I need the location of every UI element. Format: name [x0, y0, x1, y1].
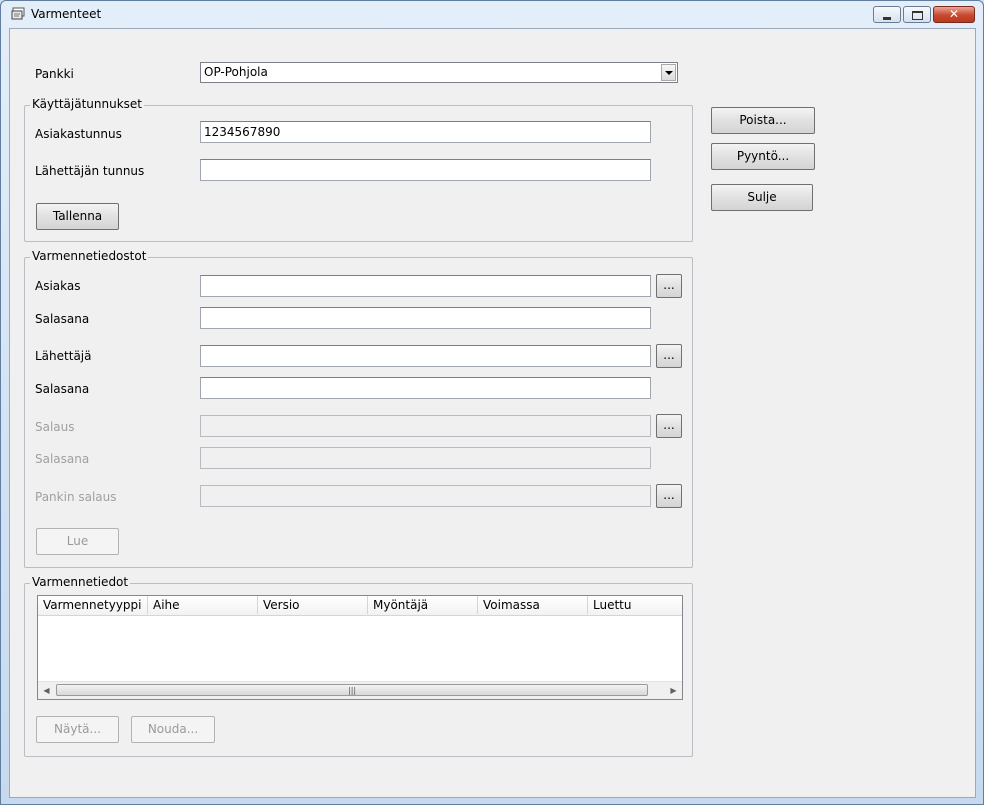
- encryption-field: [200, 415, 651, 437]
- cert-list-header: Varmennetyyppi Aihe Versio Myöntäjä Voim…: [38, 596, 682, 616]
- cert-files-legend: Varmennetiedostot: [30, 249, 149, 263]
- sender-id-field[interactable]: [200, 159, 651, 181]
- cert-files-group: [24, 257, 693, 568]
- sender-password-field[interactable]: [200, 377, 651, 399]
- customer-id-field[interactable]: 1234567890: [200, 121, 651, 143]
- chevron-down-icon[interactable]: [661, 64, 676, 81]
- minimize-icon[interactable]: [873, 6, 901, 23]
- column-header[interactable]: Varmennetyyppi: [38, 596, 148, 614]
- bank-encryption-label: Pankin salaus: [35, 490, 117, 504]
- customer-cert-label: Asiakas: [35, 279, 81, 293]
- scrollbar-thumb[interactable]: |||: [56, 684, 648, 696]
- sender-cert-label: Lähettäjä: [35, 349, 92, 363]
- column-header[interactable]: Luettu: [588, 596, 682, 614]
- credentials-legend: Käyttäjätunnukset: [30, 97, 144, 111]
- maximize-icon[interactable]: [903, 6, 931, 23]
- main-window: Varmenteet ✕ Pankki OP-Pohjola Käyttäjät…: [0, 0, 984, 805]
- scroll-left-icon[interactable]: ◀: [38, 682, 55, 699]
- bank-label: Pankki: [35, 67, 74, 81]
- column-header[interactable]: Aihe: [148, 596, 258, 614]
- window-title: Varmenteet: [31, 7, 102, 21]
- encryption-label: Salaus: [35, 420, 75, 434]
- sender-cert-field[interactable]: [200, 345, 651, 367]
- close-icon[interactable]: ✕: [933, 6, 975, 23]
- browse-sender-button[interactable]: ...: [656, 344, 682, 368]
- customer-password-label: Salasana: [35, 312, 90, 326]
- cert-info-legend: Varmennetiedot: [30, 575, 131, 589]
- certificate-icon: [11, 7, 25, 20]
- scroll-right-icon[interactable]: ▶: [665, 682, 682, 699]
- close-button[interactable]: Sulje: [711, 184, 813, 211]
- column-header[interactable]: Versio: [258, 596, 368, 614]
- customer-id-label: Asiakastunnus: [35, 127, 122, 141]
- column-header[interactable]: Voimassa: [478, 596, 588, 614]
- bank-encryption-field: [200, 485, 651, 507]
- browse-customer-button[interactable]: ...: [656, 274, 682, 298]
- save-button[interactable]: Tallenna: [36, 203, 119, 230]
- customer-cert-field[interactable]: [200, 275, 651, 297]
- request-button[interactable]: Pyyntö...: [711, 143, 815, 170]
- show-button[interactable]: Näytä...: [36, 716, 119, 743]
- browse-bank-encryption-button[interactable]: ...: [656, 484, 682, 508]
- cert-list[interactable]: Varmennetyyppi Aihe Versio Myöntäjä Voim…: [37, 595, 683, 700]
- fetch-button[interactable]: Nouda...: [131, 716, 215, 743]
- encryption-password-field: [200, 447, 651, 469]
- read-button[interactable]: Lue: [36, 528, 119, 555]
- dialog-client-area: Pankki OP-Pohjola Käyttäjätunnukset Asia…: [9, 28, 976, 798]
- sender-id-label: Lähettäjän tunnus: [35, 164, 145, 178]
- horizontal-scrollbar[interactable]: ◀ ||| ▶: [38, 681, 682, 699]
- column-header[interactable]: Myöntäjä: [368, 596, 478, 614]
- delete-button[interactable]: Poista...: [711, 107, 815, 134]
- customer-password-field[interactable]: [200, 307, 651, 329]
- browse-encryption-button[interactable]: ...: [656, 414, 682, 438]
- sender-password-label: Salasana: [35, 382, 90, 396]
- encryption-password-label: Salasana: [35, 452, 90, 466]
- bank-dropdown[interactable]: OP-Pohjola: [200, 62, 678, 83]
- title-bar: Varmenteet ✕: [1, 1, 983, 27]
- bank-selected-value: OP-Pohjola: [204, 65, 268, 79]
